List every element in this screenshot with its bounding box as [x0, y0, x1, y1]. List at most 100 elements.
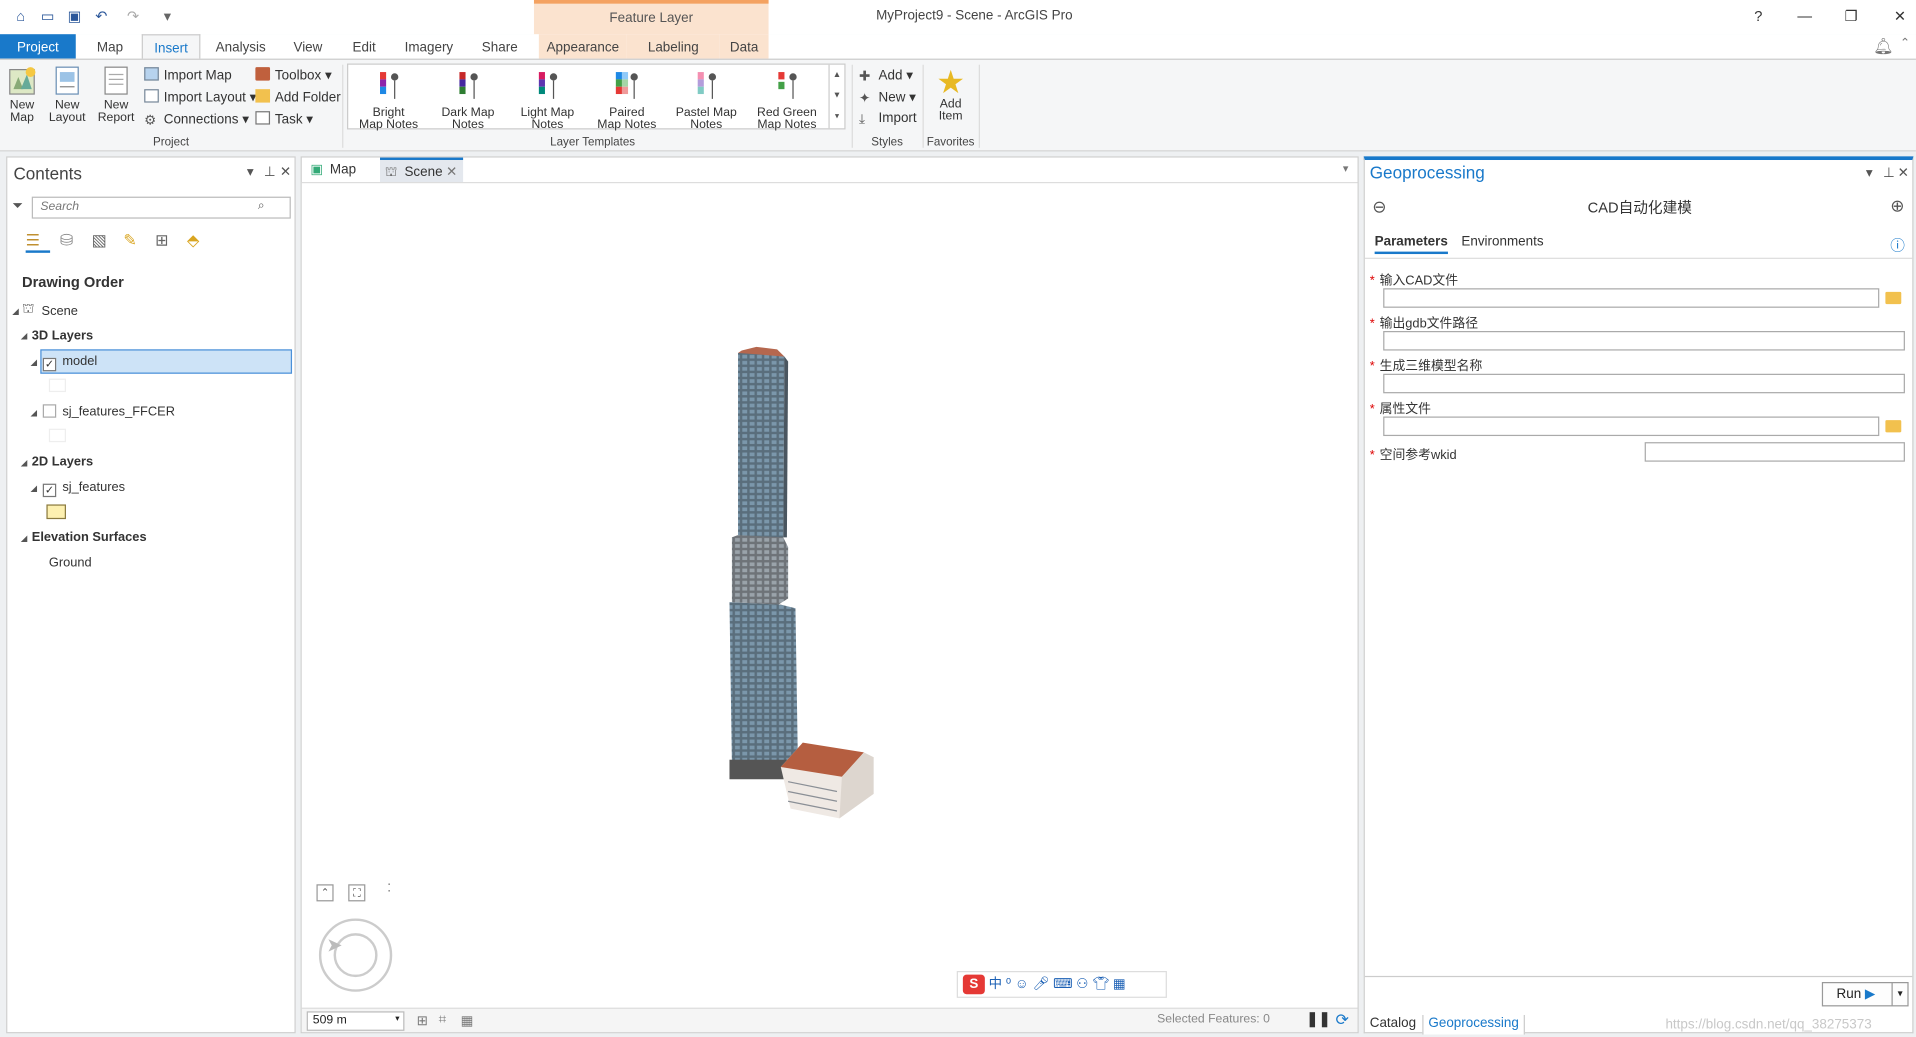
run-options-dropdown[interactable]: ▾: [1891, 982, 1909, 1007]
style-new-button[interactable]: ✦ New ▾: [859, 89, 916, 106]
drawing-order-icon[interactable]: ☰: [25, 231, 51, 253]
tree-2d-layers[interactable]: 2D Layers: [32, 454, 93, 469]
notification-bell-icon[interactable]: 🔔︎: [1873, 37, 1893, 57]
task-button[interactable]: Task ▾: [255, 111, 313, 127]
home-icon[interactable]: ⌂: [12, 8, 29, 25]
new-layout-button[interactable]: New Layout: [46, 65, 88, 125]
open-icon[interactable]: ▭: [39, 8, 56, 25]
gdb-output-field[interactable]: [1383, 330, 1905, 351]
scene-canvas[interactable]: ⌃ ⛶ ⁚ ➤ S 中 ⁰ ☺ 🎤︎ ⌨ ⚇ 👕︎ ▦: [301, 181, 1358, 1008]
customize-icon[interactable]: ▾: [159, 8, 176, 25]
filter-icon[interactable]: ⏷: [12, 199, 23, 215]
tab-project[interactable]: Project: [0, 34, 76, 59]
pane-menu-icon[interactable]: ▾: [1866, 165, 1873, 181]
tab-scene-view[interactable]: ⛫ Scene ✕: [380, 157, 464, 184]
folder-icon[interactable]: [1885, 420, 1902, 433]
add-options-icon[interactable]: ⊕: [1890, 195, 1904, 216]
sj-features-checkbox[interactable]: ✓: [42, 483, 57, 498]
expand-icon[interactable]: ◢: [31, 408, 38, 418]
minimize-button[interactable]: —: [1789, 5, 1821, 27]
pin-icon[interactable]: ⊥: [1883, 165, 1895, 181]
navigator-options-icon[interactable]: ⁚: [387, 882, 391, 895]
add-folder-button[interactable]: Add Folder: [255, 89, 341, 105]
selection-icon[interactable]: ▧: [92, 231, 107, 251]
template-paired[interactable]: Paired Map Notes: [589, 70, 665, 132]
template-light[interactable]: Light Map Notes: [510, 70, 586, 132]
tab-geoprocessing-bottom[interactable]: Geoprocessing: [1422, 1014, 1525, 1035]
tree-sj-features-ffcer[interactable]: sj_features_FFCER: [42, 404, 175, 419]
new-report-button[interactable]: New Report: [94, 65, 138, 125]
template-dark[interactable]: Dark Map Notes: [430, 70, 506, 132]
tab-share[interactable]: Share: [477, 34, 523, 58]
expand-icon[interactable]: ◢: [21, 458, 28, 468]
expand-icon[interactable]: ◢: [21, 331, 28, 341]
tab-appearance[interactable]: Appearance: [538, 34, 627, 59]
gallery-scroll[interactable]: ▲ ▼ ▾: [828, 64, 844, 129]
tab-imagery[interactable]: Imagery: [398, 34, 459, 58]
toolbox-button[interactable]: Toolbox ▾: [255, 67, 332, 83]
cad-input-field[interactable]: [1383, 288, 1880, 308]
redo-icon[interactable]: ↷: [125, 8, 142, 25]
expand-icon[interactable]: ◢: [31, 358, 38, 368]
ime-toolbar[interactable]: S 中 ⁰ ☺ 🎤︎ ⌨ ⚇ 👕︎ ▦: [956, 971, 1167, 998]
pause-icon[interactable]: ❚❚: [1306, 1010, 1331, 1027]
close-button[interactable]: ✕: [1884, 5, 1916, 27]
coordinate-icon[interactable]: ⌗: [439, 1013, 447, 1029]
folder-icon[interactable]: [1885, 291, 1902, 305]
collapse-navigator-icon[interactable]: ⌃: [316, 884, 334, 902]
editing-icon[interactable]: ✎: [123, 231, 136, 251]
labeling-icon[interactable]: ⬘: [187, 231, 199, 251]
template-bright[interactable]: Bright Map Notes: [351, 70, 427, 132]
close-pane-icon[interactable]: ✕: [1898, 165, 1909, 181]
expand-icon[interactable]: ◢: [31, 484, 38, 494]
fixed-zoom-icon[interactable]: ⊞: [417, 1013, 428, 1029]
restore-button[interactable]: ❐: [1835, 5, 1867, 27]
wkid-field[interactable]: [1644, 442, 1905, 462]
template-red-green[interactable]: Red Green Map Notes: [748, 70, 826, 132]
help-icon[interactable]: ⓘ: [1890, 235, 1905, 256]
full-extent-icon[interactable]: ⛶: [348, 884, 366, 902]
tab-catalog[interactable]: Catalog: [1370, 1016, 1416, 1031]
source-icon[interactable]: ⛁: [60, 231, 73, 251]
model-checkbox[interactable]: ✓: [42, 357, 57, 372]
tab-analysis[interactable]: Analysis: [210, 34, 271, 58]
tab-view[interactable]: View: [286, 34, 330, 58]
pane-menu-icon[interactable]: ▾: [247, 164, 254, 180]
save-icon[interactable]: ▣: [66, 8, 83, 25]
tree-elevation[interactable]: Elevation Surfaces: [32, 530, 147, 545]
tab-insert[interactable]: Insert: [141, 34, 201, 59]
close-pane-icon[interactable]: ✕: [280, 164, 291, 180]
run-button[interactable]: Run ▶: [1821, 982, 1893, 1007]
ribbon-collapse-icon[interactable]: ⌃: [1900, 37, 1910, 50]
grid-icon[interactable]: ▦: [461, 1013, 474, 1029]
snapping-icon[interactable]: ⊞: [155, 231, 168, 251]
selected-features-text[interactable]: Selected Features: 0: [1157, 1013, 1270, 1026]
refresh-icon[interactable]: ⟳: [1336, 1010, 1349, 1030]
style-add-button[interactable]: ✚ Add ▾: [859, 67, 913, 84]
tab-map-view[interactable]: ▣ Map: [305, 158, 373, 182]
undo-icon[interactable]: ↶: [93, 8, 110, 25]
tree-model[interactable]: ✓ model: [42, 354, 97, 372]
navigator-compass[interactable]: ➤: [318, 918, 393, 992]
import-map-button[interactable]: Import Map: [144, 67, 232, 83]
tree-sj-features[interactable]: ✓ sj_features: [42, 480, 125, 498]
add-item-button[interactable]: ★ Add Item: [929, 65, 973, 124]
view-menu-icon[interactable]: ▾: [1343, 162, 1349, 175]
tab-data[interactable]: Data: [719, 34, 769, 59]
ffcer-checkbox[interactable]: [42, 404, 57, 418]
search-icon[interactable]: ⌕: [258, 199, 265, 212]
close-tab-icon[interactable]: ✕: [446, 160, 457, 184]
contents-search-input[interactable]: Search: [31, 196, 291, 219]
tree-scene[interactable]: Scene: [42, 304, 78, 319]
style-import-button[interactable]: ⤓ Import: [859, 111, 917, 127]
tab-map[interactable]: Map: [88, 34, 132, 58]
scale-dropdown[interactable]: 509 m ▾: [306, 1011, 405, 1031]
attribute-file-field[interactable]: [1383, 416, 1880, 437]
import-layout-button[interactable]: Import Layout ▾: [144, 89, 256, 105]
tab-parameters[interactable]: Parameters: [1374, 235, 1448, 255]
tab-edit[interactable]: Edit: [345, 34, 384, 58]
pin-icon[interactable]: ⊥: [264, 164, 276, 180]
template-pastel[interactable]: Pastel Map Notes: [668, 70, 744, 132]
connections-button[interactable]: ⚙ Connections ▾: [144, 111, 249, 128]
tree-ground[interactable]: Ground: [49, 556, 92, 571]
